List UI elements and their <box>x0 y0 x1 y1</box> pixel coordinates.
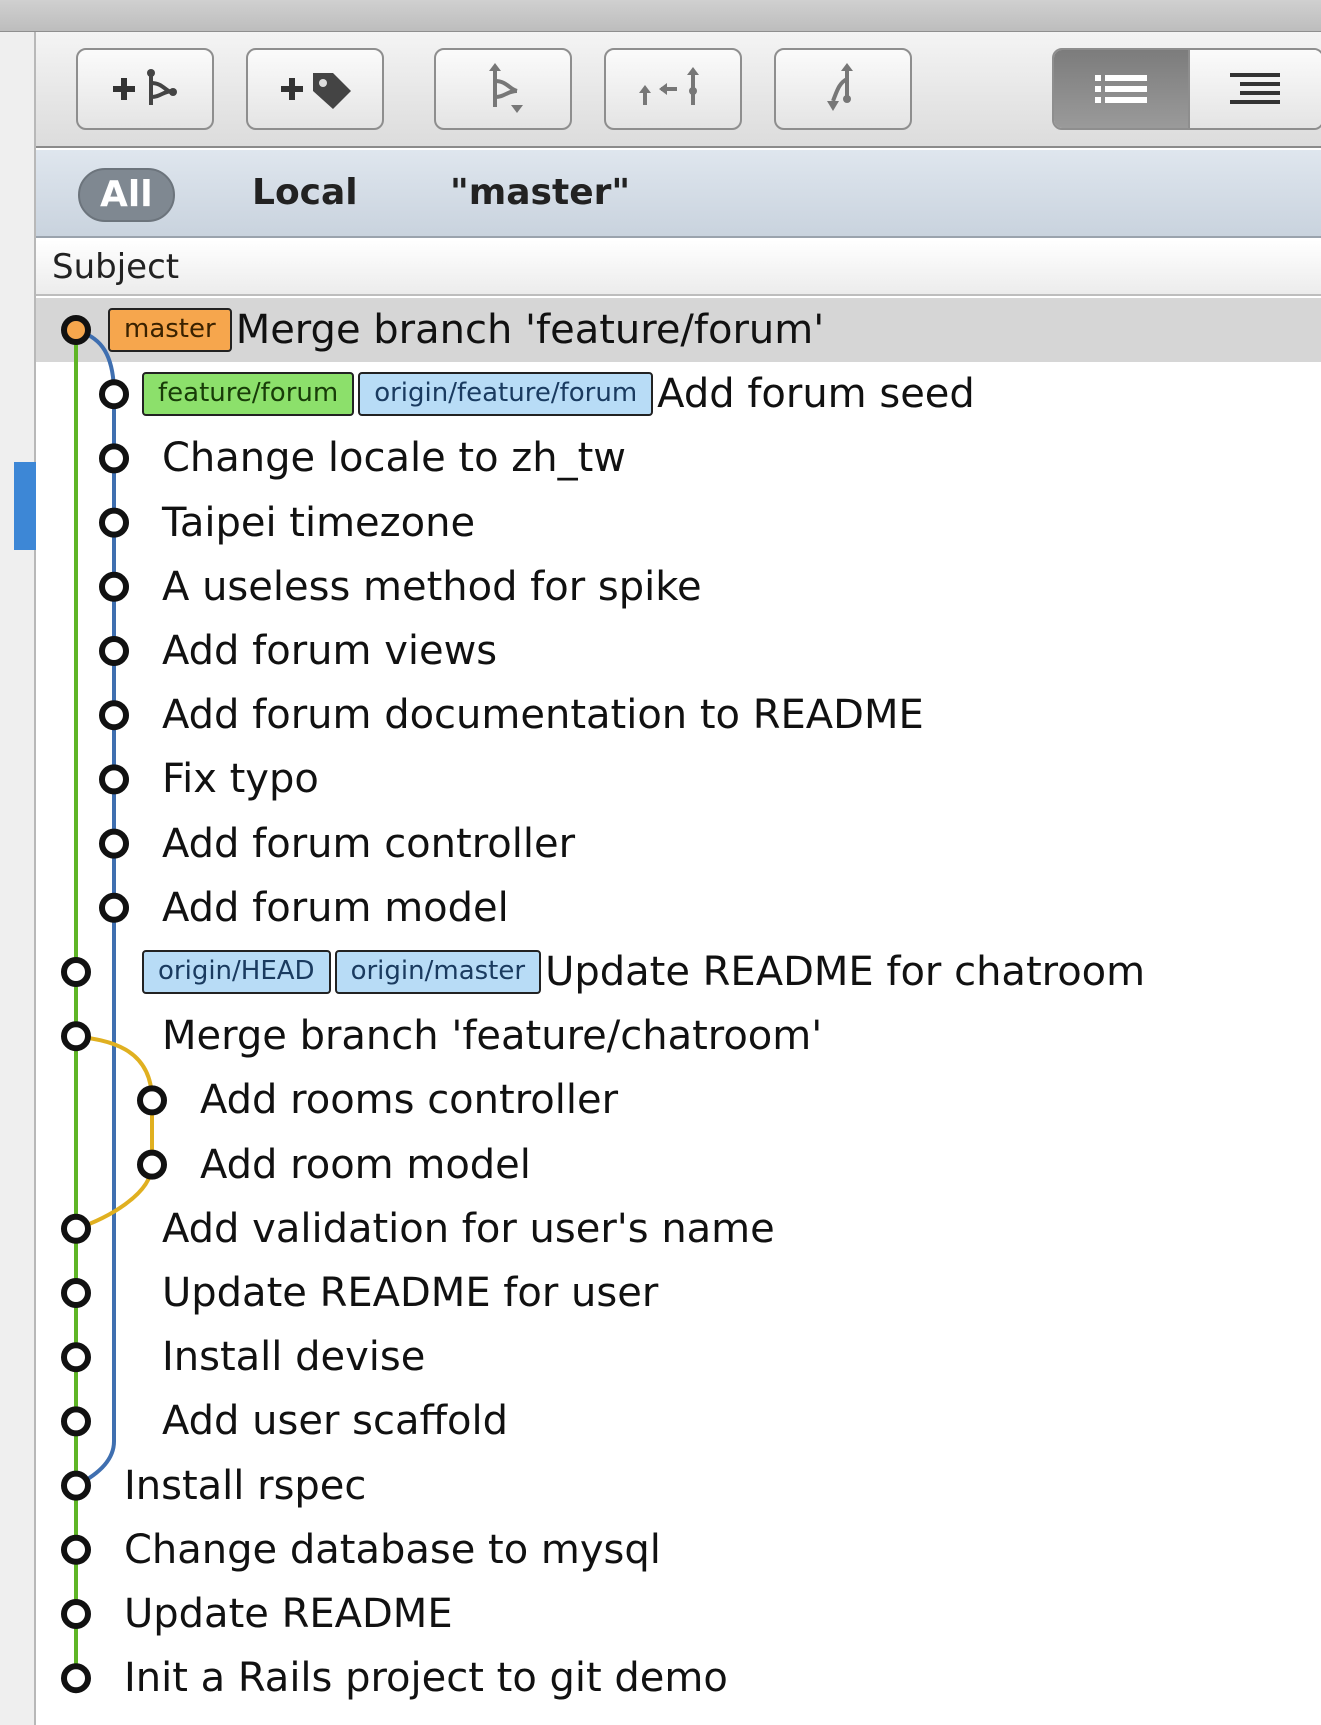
commit-node[interactable] <box>61 315 91 345</box>
commit-row-content: Add room model <box>200 1139 531 1191</box>
commit-subject: Add rooms controller <box>200 1077 619 1124</box>
commit-row-content: Add forum documentation to README <box>162 689 924 741</box>
ref-badge[interactable]: origin/master <box>334 950 542 994</box>
checkout-button[interactable] <box>434 48 572 130</box>
rebase-button[interactable] <box>774 48 912 130</box>
commit-subject: Add forum seed <box>657 371 975 418</box>
commit-row-content: Add validation for user's name <box>162 1203 775 1255</box>
checkout-icon <box>489 63 523 113</box>
commit-node[interactable] <box>137 1085 167 1116</box>
tree-view-icon <box>1230 73 1280 104</box>
rebase-icon <box>827 63 853 111</box>
commit-subject: A useless method for spike <box>162 563 702 610</box>
view-mode-toggle <box>1052 48 1321 130</box>
commit-subject: Add forum documentation to README <box>162 692 924 739</box>
list-view-icon <box>1095 75 1147 103</box>
commit-node[interactable] <box>137 1149 167 1180</box>
commit-subject: Merge branch 'feature/forum' <box>235 307 825 353</box>
commit-node[interactable] <box>61 1213 91 1244</box>
commit-node[interactable] <box>61 1021 91 1052</box>
commit-node[interactable] <box>99 636 129 666</box>
sidebar-selection-marker <box>14 462 36 550</box>
commit-node[interactable] <box>99 379 129 410</box>
commit-node[interactable] <box>61 957 91 987</box>
commit-subject: Add validation for user's name <box>162 1205 775 1252</box>
filter-master[interactable]: "master" <box>430 168 650 222</box>
commit-graph <box>61 315 167 1694</box>
window-titlebar <box>0 0 1321 32</box>
commit-node[interactable] <box>99 571 129 602</box>
list-view-button[interactable] <box>1054 50 1188 128</box>
commit-node[interactable] <box>61 1663 91 1694</box>
commit-node[interactable] <box>99 700 129 731</box>
commit-node[interactable] <box>99 892 129 923</box>
merge-button[interactable] <box>604 48 742 130</box>
sidebar-edge <box>0 32 36 1725</box>
commit-node[interactable] <box>99 828 129 859</box>
toolbar <box>36 32 1321 148</box>
commit-node[interactable] <box>61 1406 91 1437</box>
column-header-subject[interactable]: Subject <box>36 240 1321 296</box>
commit-row-content: feature/forum origin/feature/forum Add for… <box>142 368 975 420</box>
merge-icon <box>639 67 699 105</box>
commit-subject: Merge branch 'feature/chatroom' <box>162 1013 823 1060</box>
commit-node[interactable] <box>61 1599 91 1629</box>
commit-subject: Update README for chatroom <box>545 949 1146 995</box>
commit-row-content: origin/HEAD origin/master Update README fo… <box>142 946 1145 998</box>
commit-node[interactable] <box>99 507 129 538</box>
commit-row-content: A useless method for spike <box>162 561 702 613</box>
filter-all[interactable]: All <box>78 168 175 222</box>
commit-subject: Update README for user <box>162 1270 659 1316</box>
add-tag-icon <box>281 73 351 109</box>
commit-row-content: Merge branch 'feature/chatroom' <box>162 1010 822 1062</box>
add-tag-button[interactable] <box>246 48 384 130</box>
tree-view-button[interactable] <box>1188 50 1321 128</box>
filter-local[interactable]: Local <box>232 168 378 222</box>
add-branch-button[interactable] <box>76 48 214 130</box>
commit-subject: Add room model <box>200 1141 531 1188</box>
commit-node[interactable] <box>61 1470 91 1501</box>
commit-row-content: Update README for user <box>162 1267 658 1319</box>
add-branch-icon <box>113 69 177 105</box>
commit-node[interactable] <box>61 1278 91 1308</box>
commit-node[interactable] <box>61 1342 91 1373</box>
commit-node[interactable] <box>99 443 129 474</box>
ref-badge[interactable]: origin/feature/forum <box>358 372 654 417</box>
branch-filter-bar: All Local "master" <box>36 150 1321 238</box>
commit-row-content: Add rooms controller <box>200 1074 618 1126</box>
commit-node[interactable] <box>61 1534 91 1565</box>
commit-node[interactable] <box>99 764 129 795</box>
